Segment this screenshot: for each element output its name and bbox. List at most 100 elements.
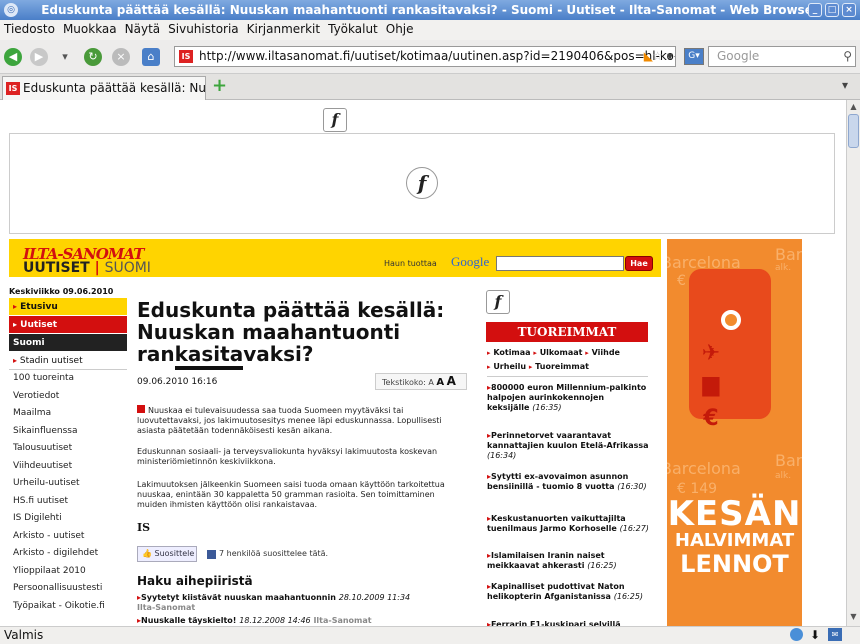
menu-view[interactable]: Näytä bbox=[121, 20, 165, 39]
close-icon[interactable]: × bbox=[842, 3, 856, 17]
site-header: ILTA-SANOMAT UUTISET | SUOMI Haun tuotta… bbox=[9, 239, 661, 277]
site-search-input[interactable] bbox=[496, 256, 624, 271]
scroll-down-icon[interactable]: ▼ bbox=[848, 612, 859, 622]
back-icon[interactable]: ◀ bbox=[4, 48, 22, 66]
leftnav-item[interactable]: Suomi bbox=[9, 334, 127, 352]
menu-tools[interactable]: Työkalut bbox=[324, 20, 382, 39]
leftnav-item[interactable]: Maailma bbox=[9, 405, 127, 423]
related-item[interactable]: ▸Syytetyt kiistävät nuuskan maahantuonni… bbox=[137, 593, 467, 613]
leftnav-item[interactable]: Ylioppilaat 2010 bbox=[9, 563, 127, 580]
new-tab-icon[interactable]: + bbox=[212, 76, 227, 96]
menu-edit[interactable]: Muokkaa bbox=[59, 20, 121, 39]
leftnav-item[interactable]: Urheilu-uutiset bbox=[9, 475, 127, 493]
leftnav-item[interactable]: Persoonallisuustesti bbox=[9, 580, 127, 598]
news-title: 800000 euron Millennium-palkinto halpoje… bbox=[487, 383, 647, 412]
category-row: ▸ Kotimaa ▸ Ulkomaat ▸ Viihde bbox=[487, 346, 649, 360]
section-logo[interactable]: UUTISET | SUOMI bbox=[23, 260, 151, 276]
thumbs-up-icon: 👍 bbox=[142, 549, 152, 558]
vertical-scrollbar[interactable]: ▲ ▼ bbox=[846, 100, 860, 626]
search-input[interactable]: Google ⚲ bbox=[708, 46, 856, 67]
text-size-large[interactable]: A bbox=[447, 374, 456, 388]
leftnav-item[interactable]: 100 tuoreinta bbox=[9, 370, 127, 388]
flash-plugin-icon[interactable]: f bbox=[323, 108, 347, 132]
minimize-icon[interactable]: _ bbox=[808, 3, 822, 17]
leftnav-item[interactable]: ▸ Uutiset bbox=[9, 316, 127, 334]
latest-news-item[interactable]: ▸800000 euron Millennium-palkinto halpoj… bbox=[487, 383, 649, 413]
latest-news-item[interactable]: ▸Sytytti ex-avovaimon asunnon bensiinill… bbox=[487, 472, 649, 492]
star-icon[interactable]: ☆ bbox=[652, 47, 663, 66]
category-link[interactable]: Kotimaa bbox=[493, 348, 530, 357]
article-paragraph: Lakimuutoksen jälkeenkin Suomeen saisi t… bbox=[137, 480, 445, 509]
article-headline: Eduskunta päättää kesällä: Nuuskan maaha… bbox=[137, 299, 467, 370]
recommend-button[interactable]: 👍 Suosittele bbox=[137, 546, 197, 562]
search-engine-icon[interactable]: G▾ bbox=[684, 48, 704, 65]
flash-plugin-icon[interactable]: f bbox=[406, 167, 438, 199]
bullet-icon: ▸ bbox=[487, 349, 491, 357]
maximize-icon[interactable]: □ bbox=[825, 3, 839, 17]
leftnav-item[interactable]: Sikainfluenssa bbox=[9, 423, 127, 440]
menu-bookmarks[interactable]: Kirjanmerkit bbox=[243, 20, 324, 39]
leftnav-label: Maailma bbox=[13, 408, 52, 418]
download-icon[interactable]: ⬇ bbox=[810, 627, 820, 644]
news-title: Sytytti ex-avovaimon asunnon bensiinillä… bbox=[487, 472, 629, 491]
home-icon[interactable]: ⌂ bbox=[142, 48, 160, 66]
menu-history[interactable]: Sivuhistoria bbox=[164, 20, 243, 39]
tab-list-icon[interactable]: ▾ bbox=[842, 78, 848, 92]
url-input[interactable]: IS http://www.iltasanomat.fi/uutiset/kot… bbox=[174, 46, 676, 67]
leftnav-item[interactable]: ▸ Stadin uutiset bbox=[9, 352, 127, 370]
latest-news-item[interactable]: ▸Kapinalliset pudottivat Naton helikopte… bbox=[487, 582, 649, 602]
top-ad-banner[interactable]: f bbox=[9, 133, 835, 234]
menu-help[interactable]: Ohje bbox=[382, 20, 418, 39]
forward-icon[interactable]: ▶ bbox=[30, 48, 48, 66]
lead-marker bbox=[137, 405, 145, 413]
section-name: UUTISET bbox=[23, 260, 90, 276]
menu-file[interactable]: Tiedosto bbox=[0, 20, 59, 39]
leftnav-item[interactable]: Arkisto - uutiset bbox=[9, 528, 127, 545]
leftnav-item[interactable]: Arkisto - digilehdet bbox=[9, 545, 127, 563]
latest-news-item[interactable]: ▸Keskustanuorten vaikuttajilta tuenilmau… bbox=[487, 514, 649, 534]
leftnav-item[interactable]: ▸ Etusivu bbox=[9, 298, 127, 316]
scroll-up-icon[interactable]: ▲ bbox=[848, 102, 859, 112]
category-link[interactable]: Ulkomaat bbox=[540, 348, 583, 357]
scroll-thumb[interactable] bbox=[848, 114, 859, 148]
leftnav-item[interactable]: Työpaikat - Oikotie.fi bbox=[9, 598, 127, 615]
tab-favicon: IS bbox=[6, 82, 20, 95]
reload-icon[interactable]: ↻ bbox=[84, 48, 102, 66]
stop-icon[interactable]: × bbox=[112, 48, 130, 66]
related-item[interactable]: ▸Nuuskalle täyskielto! 18.12.2008 14:46 … bbox=[137, 616, 467, 626]
flash-plugin-icon[interactable]: f bbox=[486, 290, 510, 314]
leftnav-item[interactable]: Talousuutiset bbox=[9, 440, 127, 458]
status-globe-icon[interactable] bbox=[790, 628, 803, 641]
ad-bg-text: alk. bbox=[775, 471, 792, 481]
related-date: 28.10.2009 11:34 bbox=[338, 593, 411, 602]
news-title: Kapinalliset pudottivat Naton helikopter… bbox=[487, 582, 625, 601]
history-dropdown-icon[interactable]: ▾ bbox=[56, 48, 74, 66]
site-search-button[interactable]: Hae bbox=[625, 256, 653, 271]
url-dropdown-icon[interactable]: ▾ bbox=[667, 47, 673, 66]
text-size-small[interactable]: A bbox=[428, 378, 433, 387]
latest-news-item[interactable]: ▸Islamilaisen Iranin naiset meikkaavat a… bbox=[487, 551, 649, 571]
text-size-medium[interactable]: A bbox=[436, 377, 444, 388]
tab-title: Eduskunta päättää kesällä: Nuu... bbox=[23, 81, 206, 95]
search-icon[interactable]: ⚲ bbox=[843, 47, 852, 66]
nav-list: ▸ Etusivu ▸ Uutiset Suomi ▸ Stadin uutiset 1… bbox=[9, 298, 127, 615]
leftnav-item[interactable]: IS Digilehti bbox=[9, 510, 127, 528]
subsection-name: SUOMI bbox=[104, 260, 151, 276]
category-link[interactable]: Urheilu bbox=[493, 362, 526, 371]
category-link[interactable]: Viihde bbox=[592, 348, 620, 357]
url-text: http://www.iltasanomat.fi/uutiset/kotima… bbox=[199, 49, 676, 63]
addon-icon[interactable]: ✉ bbox=[828, 628, 842, 641]
latest-news-item[interactable]: ▸Perinnetorvet vaarantavat kannattajien … bbox=[487, 431, 649, 461]
travel-ad[interactable]: Barcelona Bar € 149 alk. Barcelona Bar €… bbox=[667, 239, 802, 626]
tab-active[interactable]: IS Eduskunta päättää kesällä: Nuu... bbox=[2, 76, 206, 100]
leftnav-item[interactable]: Verotiedot bbox=[9, 388, 127, 405]
ad-bg-text: Bar bbox=[775, 245, 802, 264]
headline-line: rankasitavaksi? bbox=[137, 342, 467, 370]
category-link[interactable]: Tuoreimmat bbox=[535, 362, 589, 371]
bullet-icon: ▸ bbox=[13, 356, 18, 365]
leftnav-item[interactable]: Viihdeuutiset bbox=[9, 458, 127, 475]
leftnav-item[interactable]: HS.fi uutiset bbox=[9, 493, 127, 510]
ad-bg-text: Barcelona bbox=[667, 459, 741, 478]
leftnav-label: Arkisto - digilehdet bbox=[13, 548, 99, 558]
related-title: Nuuskalle täyskielto! bbox=[141, 616, 237, 625]
